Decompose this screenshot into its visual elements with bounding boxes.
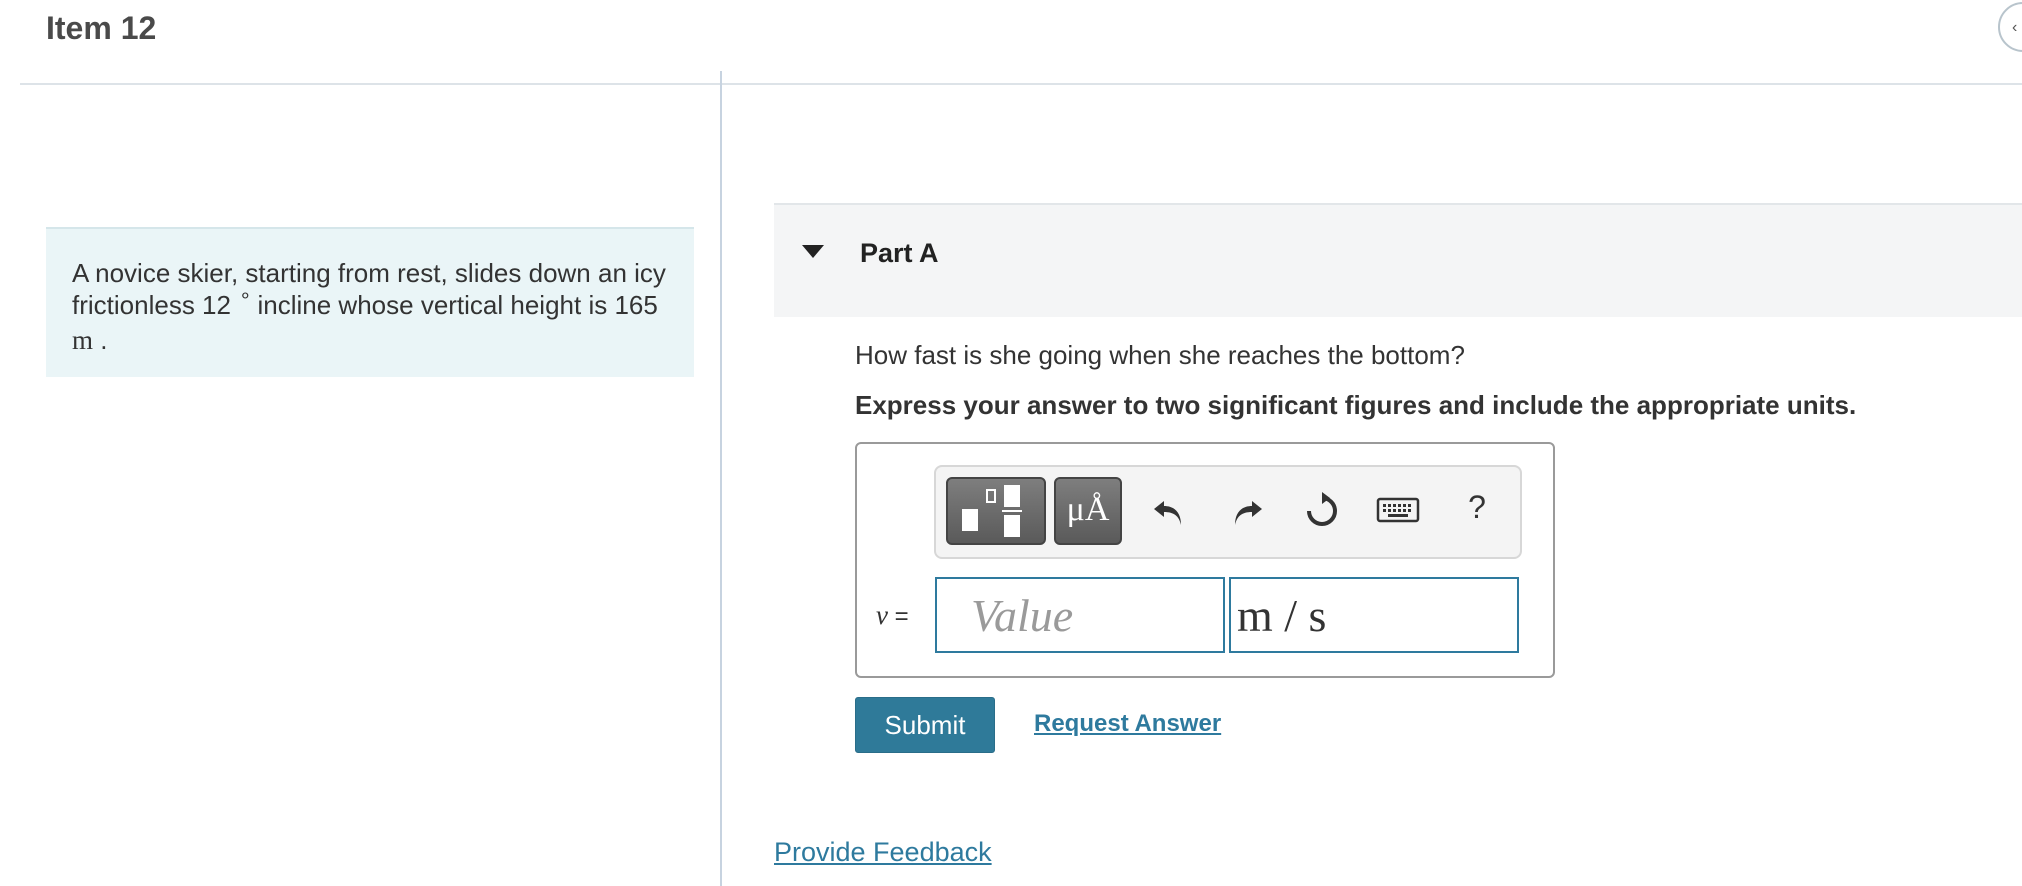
item-title: Item 12 xyxy=(46,10,157,46)
equals-sign: = xyxy=(894,603,909,630)
request-answer-link[interactable]: Request Answer xyxy=(1034,710,1221,738)
math-toolbar: μÅ ? xyxy=(934,465,1522,559)
provide-feedback-link[interactable]: Provide Feedback xyxy=(774,837,992,868)
variable-label: v = xyxy=(876,600,909,631)
question-text: How fast is she going when she reaches t… xyxy=(855,340,1465,370)
help-button[interactable]: ? xyxy=(1462,489,1492,526)
column-divider xyxy=(720,71,722,886)
chevron-left-icon: ‹ xyxy=(2012,19,2018,36)
part-a-header[interactable]: Part A xyxy=(774,203,2022,317)
keyboard-icon[interactable] xyxy=(1376,489,1420,533)
header-divider xyxy=(20,83,2022,85)
problem-text-angle: frictionless 12 xyxy=(72,290,231,320)
problem-unit: m xyxy=(72,325,94,355)
submit-button[interactable]: Submit xyxy=(855,697,995,753)
instruction-text: Express your answer to two significant f… xyxy=(855,390,1857,420)
problem-end: . xyxy=(100,325,108,355)
reset-icon[interactable] xyxy=(1300,489,1344,533)
variable-symbol: v xyxy=(876,600,888,630)
value-input[interactable] xyxy=(935,577,1225,653)
units-button[interactable]: μÅ xyxy=(1054,477,1122,545)
problem-text-line-1: A novice skier, starting from rest, slid… xyxy=(72,258,666,288)
collapse-panel-button[interactable]: ‹ xyxy=(1998,2,2022,52)
redo-icon[interactable] xyxy=(1224,489,1268,533)
problem-text-height: incline whose vertical height is 165 xyxy=(257,290,658,320)
degree-symbol: ∘ xyxy=(238,285,252,307)
units-label: μÅ xyxy=(1066,491,1110,528)
part-title: Part A xyxy=(860,238,939,268)
undo-icon[interactable] xyxy=(1148,489,1192,533)
units-input[interactable] xyxy=(1229,577,1519,653)
templates-button[interactable] xyxy=(946,477,1046,545)
problem-statement: A novice skier, starting from rest, slid… xyxy=(46,227,694,377)
caret-down-icon xyxy=(802,245,824,258)
